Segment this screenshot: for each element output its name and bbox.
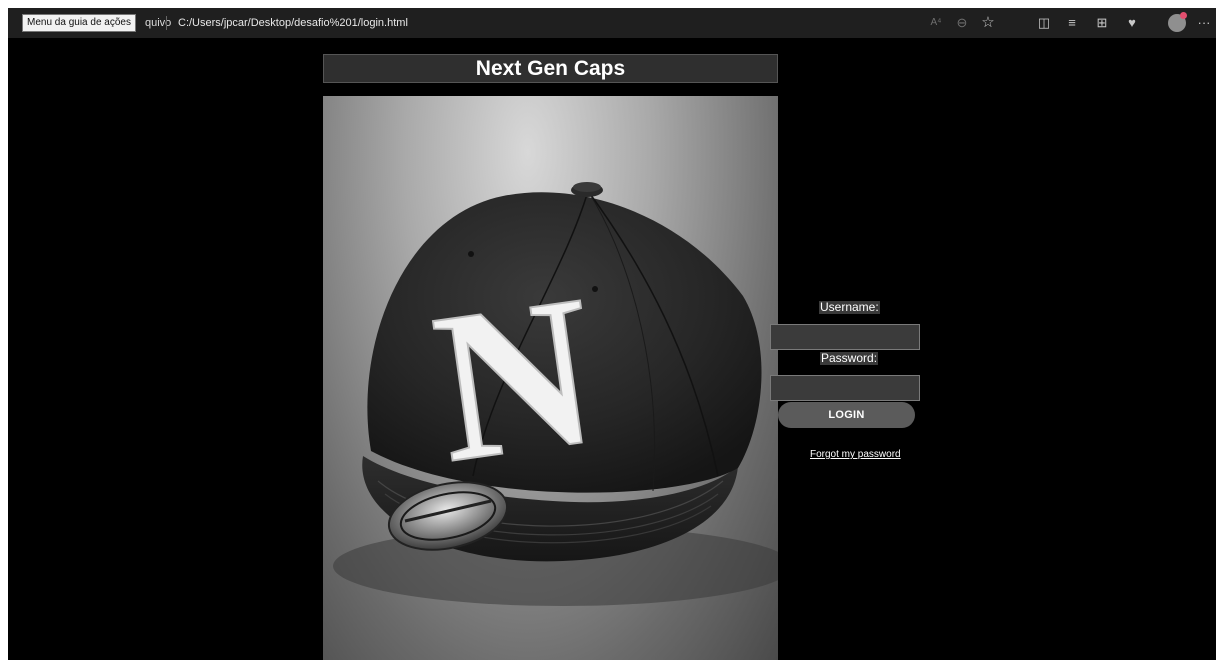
browser-window: Menu da guia de ações quivo C:/Users/jpc… [8,8,1216,660]
username-label: Username: [819,300,880,314]
more-options-icon[interactable]: ··· [1194,13,1214,33]
password-label: Password: [820,351,879,365]
address-separator [166,16,167,30]
performance-icon[interactable]: ♥ [1122,13,1142,33]
collections-icon[interactable]: ⊞ [1092,13,1112,33]
tab-actions-tooltip: Menu da guia de ações [22,14,136,32]
split-screen-icon[interactable]: ◫ [1034,13,1054,33]
username-field[interactable] [770,324,920,350]
read-aloud-icon[interactable]: A⁴ [926,13,946,33]
login-button[interactable]: LOGIN [778,402,915,428]
hero-cap-image: N [323,96,778,660]
forgot-password-link[interactable]: Forgot my password [810,449,901,460]
browser-toolbar: Menu da guia de ações quivo C:/Users/jpc… [8,8,1216,38]
favorite-star-icon[interactable]: ☆ [978,13,998,33]
favorites-icon[interactable]: ≡ [1062,13,1082,33]
profile-notification-badge [1180,12,1187,19]
zoom-icon[interactable]: ⊖ [952,13,972,33]
hero-letter-n: N [422,249,609,507]
address-bar-url[interactable]: C:/Users/jpcar/Desktop/desafio%201/login… [178,16,408,30]
address-scheme-label: quivo [145,17,172,29]
password-field[interactable] [770,375,920,401]
page-title: Next Gen Caps [323,54,778,83]
